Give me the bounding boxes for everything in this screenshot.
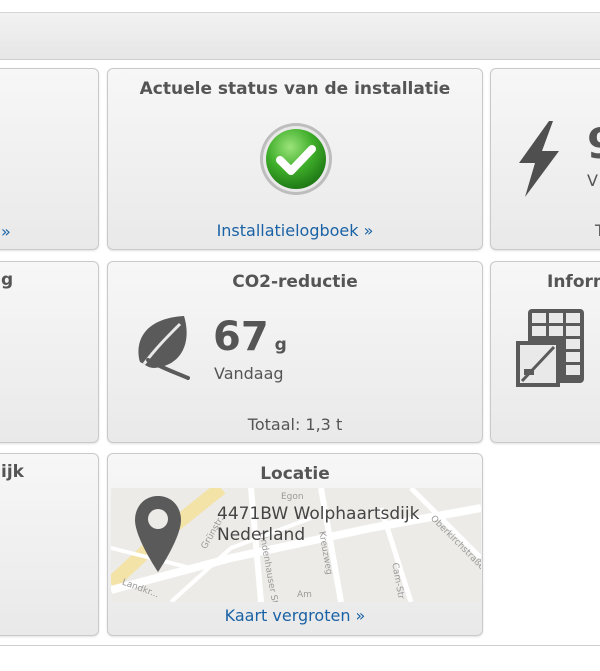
status-card: Actuele status van de installatie Instal… bbox=[107, 68, 483, 250]
map-pin-icon bbox=[135, 496, 181, 572]
footer-divider bbox=[0, 645, 600, 646]
address-line1: 4471BW Wolphaartsdijk bbox=[217, 504, 420, 524]
co2-card-title: CO2-reductie bbox=[232, 272, 358, 292]
street-label: Egon bbox=[281, 492, 304, 502]
address: 4471BW Wolphaartsdijk Nederland bbox=[217, 504, 419, 546]
left-card-title: g bbox=[1, 270, 14, 290]
location-card-title: Locatie bbox=[260, 464, 330, 484]
info-card-title: Inform bbox=[547, 272, 600, 292]
power-tail: T bbox=[595, 221, 600, 240]
left-card-row1: » bbox=[0, 68, 99, 250]
top-bar bbox=[0, 12, 600, 60]
location-card: Locatie Egon Grünstr. Lindenhauser Str. … bbox=[107, 453, 483, 636]
address-line2: Nederland bbox=[217, 525, 306, 545]
co2-unit: g bbox=[274, 335, 287, 355]
power-value: 9 bbox=[587, 119, 600, 168]
map-thumbnail[interactable]: Egon Grünstr. Lindenhauser Str. Kreuzweg… bbox=[111, 488, 481, 602]
left-card-link[interactable]: » bbox=[1, 222, 11, 241]
check-circle-icon bbox=[260, 123, 332, 195]
solar-panel-icon bbox=[516, 309, 584, 387]
info-card: Inform bbox=[490, 261, 600, 443]
left-card-row3: ijk bbox=[0, 453, 99, 636]
power-sub: V bbox=[587, 171, 598, 190]
co2-period: Vandaag bbox=[214, 364, 284, 383]
enlarge-map-link[interactable]: Kaart vergroten » bbox=[108, 606, 482, 625]
status-card-title: Actuele status van de installatie bbox=[139, 79, 451, 99]
co2-card: CO2-reductie 67 g Vandaag Totaal: 1,3 t bbox=[107, 261, 483, 443]
leaf-icon bbox=[138, 316, 190, 380]
installation-log-link[interactable]: Installatielogboek » bbox=[108, 221, 482, 240]
left-card-title: ijk bbox=[1, 462, 24, 482]
power-card: 9 V T bbox=[490, 68, 600, 250]
street-label: Am bbox=[297, 590, 312, 600]
co2-total: Totaal: 1,3 t bbox=[247, 415, 343, 434]
co2-value: 67 g bbox=[213, 314, 287, 360]
left-card-row2: g bbox=[0, 261, 99, 443]
lightning-bolt-icon bbox=[519, 121, 559, 197]
